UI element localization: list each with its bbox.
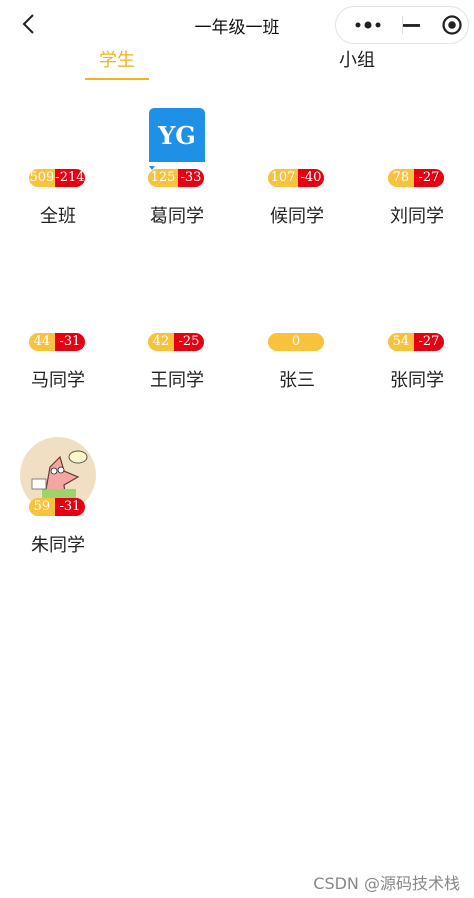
watermark: CSDN @源码技术栈 <box>313 874 460 893</box>
student-name: 朱同学 <box>31 535 85 556</box>
minus-score: -31 <box>54 333 85 351</box>
more-dots-icon[interactable] <box>336 7 402 43</box>
student-card[interactable]: 0 张三 <box>239 264 355 424</box>
student-card[interactable]: 59 -31 朱同学 <box>0 429 116 589</box>
plus-score: 54 <box>388 333 414 351</box>
minus-score: -27 <box>413 169 444 187</box>
plus-score: 509 <box>29 169 55 187</box>
student-card[interactable]: 44 -31 马同学 <box>0 264 116 424</box>
tab-groups[interactable]: 小组 <box>325 48 389 82</box>
plus-score: 0 <box>268 333 324 351</box>
minus-score: -31 <box>54 498 85 516</box>
plus-score: 125 <box>148 169 178 187</box>
score-badge: 78 -27 <box>388 169 444 187</box>
navigation-bar: 一年级一班 <box>0 0 474 48</box>
minus-score: -214 <box>54 169 85 187</box>
plus-score: 59 <box>29 498 55 516</box>
score-badge: 0 <box>268 333 324 351</box>
plus-score: 107 <box>268 169 298 187</box>
score-badge: 42 -25 <box>148 333 204 351</box>
close-mini-program-button[interactable] <box>403 7 469 43</box>
student-name: 候同学 <box>270 206 324 227</box>
minus-icon <box>403 24 420 27</box>
score-badge: 509 -214 <box>29 169 85 187</box>
active-tab-indicator <box>85 78 149 80</box>
student-name: 葛同学 <box>150 206 204 227</box>
minus-score: -25 <box>173 333 204 351</box>
score-badge: 107 -40 <box>268 169 324 187</box>
plus-score: 42 <box>148 333 174 351</box>
student-card[interactable]: YG 125 -33 葛同学 <box>119 100 235 260</box>
student-name: 王同学 <box>150 370 204 391</box>
student-name: 刘同学 <box>390 206 444 227</box>
mini-program-capsule <box>335 6 469 44</box>
avatar: YG <box>149 108 205 170</box>
student-card[interactable]: 78 -27 刘同学 <box>359 100 474 260</box>
score-badge: 125 -33 <box>148 169 204 187</box>
score-badge: 54 -27 <box>388 333 444 351</box>
student-name: 马同学 <box>31 370 85 391</box>
plus-score: 78 <box>388 169 414 187</box>
minus-score: -40 <box>297 169 324 187</box>
score-badge: 59 -31 <box>29 498 85 516</box>
minus-score: -27 <box>413 333 444 351</box>
student-name: 张同学 <box>390 370 444 391</box>
student-card[interactable]: 107 -40 候同学 <box>239 100 355 260</box>
tab-students[interactable]: 学生 <box>85 48 149 82</box>
avatar-initials: YG <box>157 121 196 150</box>
student-name: 张三 <box>279 370 315 391</box>
student-card[interactable]: 54 -27 张同学 <box>359 264 474 424</box>
tab-bar: 学生 小组 <box>0 48 474 84</box>
minus-score: -33 <box>177 169 204 187</box>
student-card[interactable]: 509 -214 全班 <box>0 100 116 260</box>
student-card[interactable]: 42 -25 王同学 <box>119 264 235 424</box>
plus-score: 44 <box>29 333 55 351</box>
score-badge: 44 -31 <box>29 333 85 351</box>
student-name: 全班 <box>40 206 76 227</box>
